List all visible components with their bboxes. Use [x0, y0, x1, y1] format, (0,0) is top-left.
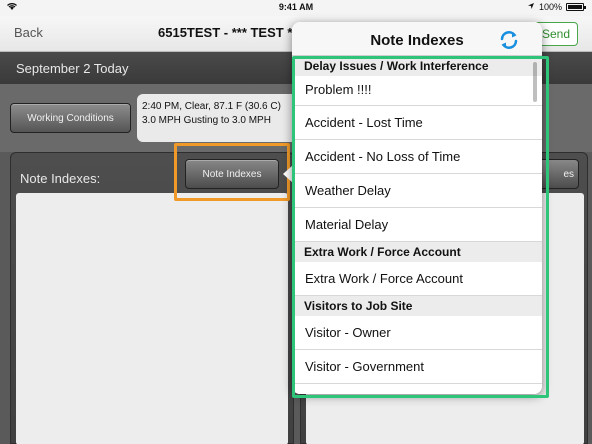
working-conditions-button[interactable]: Working Conditions — [10, 103, 131, 133]
back-button[interactable]: Back — [14, 25, 43, 40]
battery-icon — [566, 3, 586, 11]
popover-header: Note Indexes — [292, 22, 542, 56]
note-indexes-content[interactable] — [16, 193, 288, 444]
note-index-list-highlight — [292, 56, 549, 398]
battery-percent: 100% — [538, 2, 562, 12]
refresh-icon[interactable] — [498, 29, 520, 51]
note-indexes-label: Note Indexes: — [20, 171, 101, 186]
location-icon — [527, 2, 535, 12]
weather-line-1: 2:40 PM, Clear, 87.1 F (30.6 C) — [142, 101, 281, 112]
status-bar: 9:41 AM 100% — [0, 0, 592, 16]
list-scrollbar[interactable] — [533, 62, 537, 102]
page-title: 6515TEST - *** TEST ** — [158, 25, 298, 40]
status-right: 100% — [527, 2, 586, 12]
date-label: September 2 Today — [16, 61, 129, 76]
note-indexes-highlight — [174, 143, 290, 201]
status-time: 9:41 AM — [278, 2, 314, 12]
weather-summary: 2:40 PM, Clear, 87.1 F (30.6 C) 3.0 MPH … — [137, 94, 307, 142]
weather-line-2: 3.0 MPH Gusting to 3.0 MPH — [142, 115, 271, 126]
